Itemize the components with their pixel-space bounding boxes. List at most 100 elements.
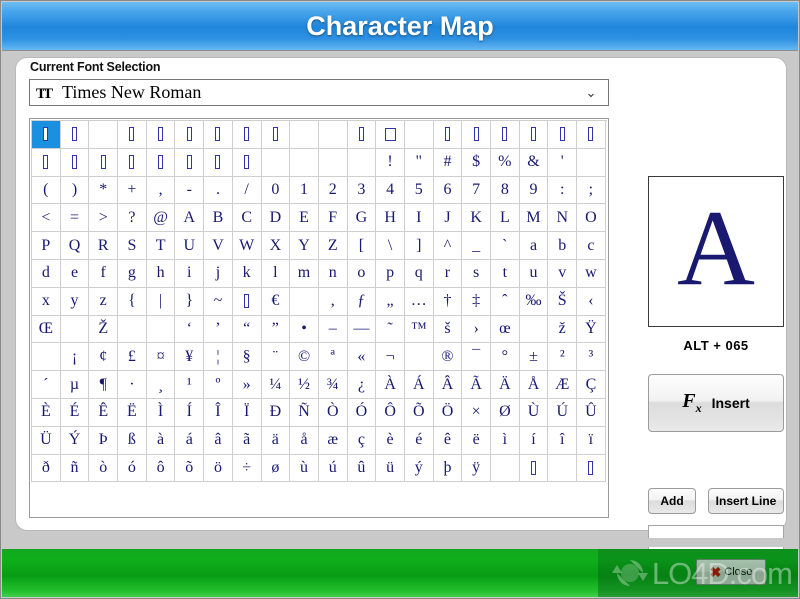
insert-line-button[interactable]: Insert Line: [708, 488, 784, 514]
character-cell[interactable]: Î: [204, 398, 233, 427]
character-cell[interactable]: ï: [577, 426, 606, 455]
character-cell[interactable]: [347, 148, 377, 177]
character-cell[interactable]: O: [577, 204, 606, 233]
character-cell[interactable]: `: [491, 232, 520, 260]
character-cell[interactable]: :: [548, 176, 578, 205]
character-cell[interactable]: ³: [577, 343, 606, 372]
character-cell[interactable]: o: [347, 259, 377, 288]
character-cell[interactable]: ;: [577, 176, 606, 205]
character-cell[interactable]: 2: [318, 176, 348, 205]
character-cell[interactable]: [318, 121, 348, 149]
character-cell[interactable]: –: [318, 315, 348, 344]
character-grid-container[interactable]: ! " # $% & ' () * +, -./0 1 2 3 4 5 6 7 8 9:; < = >? @ A B C D E F G H…: [29, 118, 609, 518]
character-cell[interactable]: x: [32, 287, 61, 316]
character-cell[interactable]: ë: [462, 426, 491, 455]
character-cell[interactable]: ¦: [204, 343, 233, 372]
character-cell[interactable]: ˆ: [491, 287, 520, 316]
character-cell[interactable]: ñ: [60, 454, 90, 483]
character-cell[interactable]: ¨: [261, 343, 291, 372]
chevron-down-icon[interactable]: ⌄: [580, 86, 608, 99]
character-cell[interactable]: ‹: [577, 287, 606, 316]
character-cell[interactable]: ¥: [175, 343, 205, 372]
character-cell[interactable]: z: [89, 287, 119, 316]
character-cell[interactable]: B: [204, 204, 233, 233]
character-cell[interactable]: Ë: [118, 398, 147, 427]
character-cell[interactable]: [60, 315, 90, 344]
character-cell[interactable]: ¼: [261, 371, 291, 399]
character-cell[interactable]: *: [89, 176, 119, 205]
character-cell[interactable]: ß: [118, 426, 147, 455]
character-cell[interactable]: “: [232, 315, 262, 344]
character-cell[interactable]: K: [462, 204, 491, 233]
character-cell[interactable]: å: [290, 426, 319, 455]
character-cell[interactable]: [519, 315, 549, 344]
character-cell[interactable]: [290, 148, 319, 177]
character-cell[interactable]: 0: [261, 176, 291, 205]
character-cell[interactable]: [146, 315, 176, 344]
character-cell[interactable]: [89, 148, 119, 177]
character-cell[interactable]: à: [146, 426, 176, 455]
character-cell[interactable]: S: [118, 232, 147, 260]
character-cell[interactable]: [32, 121, 61, 149]
character-cell[interactable]: ¬: [376, 343, 405, 372]
character-cell[interactable]: H: [376, 204, 405, 233]
character-cell[interactable]: ­: [404, 343, 434, 372]
character-cell[interactable]: [60, 148, 90, 177]
character-cell[interactable]: h: [146, 259, 176, 288]
character-cell[interactable]: l: [261, 259, 291, 288]
font-select-combobox[interactable]: T T Times New Roman ⌄: [29, 79, 609, 106]
character-cell[interactable]: Ô: [376, 398, 405, 427]
character-cell[interactable]: }: [175, 287, 205, 316]
character-cell[interactable]: ~: [204, 287, 233, 316]
character-cell[interactable]: n: [318, 259, 348, 288]
character-cell[interactable]: ·: [118, 371, 147, 399]
character-cell[interactable]: ×: [462, 398, 491, 427]
character-cell[interactable]: [261, 121, 291, 149]
character-cell[interactable]: w: [577, 259, 606, 288]
character-cell[interactable]: ²: [548, 343, 578, 372]
character-cell[interactable]: ò: [89, 454, 119, 483]
character-cell[interactable]: P: [32, 232, 61, 260]
character-cell[interactable]: Ì: [146, 398, 176, 427]
character-cell[interactable]: „: [376, 287, 405, 316]
character-cell[interactable]: Y: [290, 232, 319, 260]
character-cell[interactable]: [376, 121, 405, 149]
character-cell[interactable]: =: [60, 204, 90, 233]
character-cell[interactable]: .: [204, 176, 233, 205]
character-cell[interactable]: 3: [347, 176, 377, 205]
character-cell[interactable]: é: [404, 426, 434, 455]
character-cell[interactable]: ð: [32, 454, 61, 483]
character-cell[interactable]: s: [462, 259, 491, 288]
character-cell[interactable]: [175, 148, 205, 177]
character-cell[interactable]: —: [347, 315, 377, 344]
character-cell[interactable]: v: [548, 259, 578, 288]
character-cell[interactable]: â: [204, 426, 233, 455]
character-cell[interactable]: £: [118, 343, 147, 372]
character-cell[interactable]: ”: [261, 315, 291, 344]
character-cell[interactable]: G: [347, 204, 377, 233]
character-cell[interactable]: Ù: [519, 398, 549, 427]
character-cell[interactable]: [290, 121, 319, 149]
character-cell[interactable]: [32, 343, 61, 372]
character-cell[interactable]: µ: [60, 371, 90, 399]
close-button[interactable]: ✖ Close: [696, 559, 766, 585]
character-cell[interactable]: ø: [261, 454, 291, 483]
character-cell[interactable]: û: [347, 454, 377, 483]
character-cell[interactable]: _: [462, 232, 491, 260]
character-cell[interactable]: Þ: [89, 426, 119, 455]
character-cell[interactable]: <: [32, 204, 61, 233]
character-cell[interactable]: [548, 454, 578, 483]
character-cell[interactable]: (: [32, 176, 61, 205]
character-cell[interactable]: [118, 315, 147, 344]
character-cell[interactable]: È: [32, 398, 61, 427]
character-cell[interactable]: Ê: [89, 398, 119, 427]
character-cell[interactable]: ¹: [175, 371, 205, 399]
character-cell[interactable]: [32, 148, 61, 177]
character-cell[interactable]: [491, 121, 520, 149]
character-cell[interactable]: ù: [290, 454, 319, 483]
character-cell[interactable]: [232, 121, 262, 149]
character-cell[interactable]: ¶: [89, 371, 119, 399]
character-cell[interactable]: [577, 121, 606, 149]
character-cell[interactable]: Ž: [89, 315, 119, 344]
character-cell[interactable]: q: [404, 259, 434, 288]
